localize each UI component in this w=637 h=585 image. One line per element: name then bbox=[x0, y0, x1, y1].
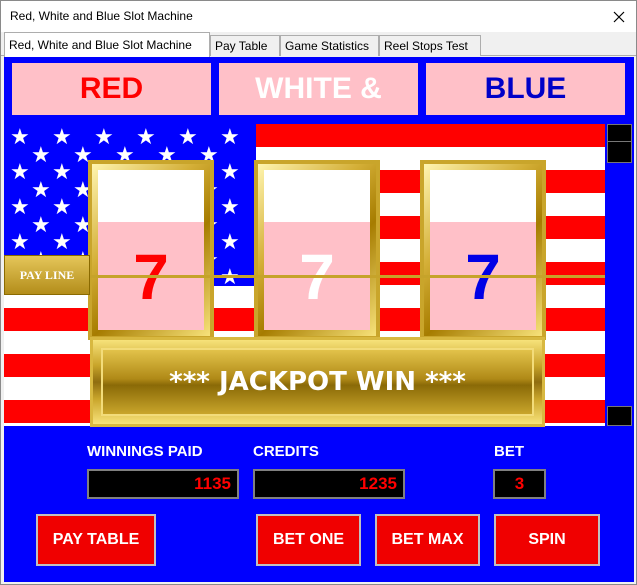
tab-slot-machine[interactable]: Red, White and Blue Slot Machine bbox=[4, 32, 210, 57]
flag-star-icon: ★ bbox=[52, 194, 72, 219]
app-window: Red, White and Blue Slot Machine Red, Wh… bbox=[0, 0, 637, 585]
flag-star-icon: ★ bbox=[178, 124, 198, 149]
flag-star-icon: ★ bbox=[10, 229, 30, 254]
reel-1: 7 bbox=[88, 160, 214, 340]
spin-button[interactable]: SPIN bbox=[494, 514, 600, 566]
flag-star-icon: ★ bbox=[31, 211, 51, 237]
scroll-down-button[interactable] bbox=[607, 406, 632, 426]
flag-star-icon: ★ bbox=[10, 124, 30, 149]
tab-pay-table[interactable]: Pay Table bbox=[210, 35, 280, 56]
credits-display: 1235 bbox=[253, 469, 405, 499]
reel-2: 7 bbox=[254, 160, 380, 340]
flag-star-icon: ★ bbox=[94, 124, 114, 149]
win-message: *** JACKPOT WIN *** bbox=[101, 348, 534, 416]
tab-reel-stops-test[interactable]: Reel Stops Test bbox=[379, 35, 481, 56]
flag-star-icon: ★ bbox=[10, 194, 30, 219]
scroll-step-button[interactable] bbox=[607, 141, 632, 163]
flag-star-icon: ★ bbox=[136, 124, 156, 149]
bet-label: BET bbox=[494, 443, 524, 460]
flag-star-icon: ★ bbox=[52, 124, 72, 149]
flag-star-icon: ★ bbox=[220, 159, 240, 184]
title-bar: Red, White and Blue Slot Machine bbox=[1, 1, 636, 32]
win-message-plate: *** JACKPOT WIN *** bbox=[90, 337, 545, 427]
reel-window-1: 7 bbox=[98, 170, 204, 330]
flag-star-icon: ★ bbox=[31, 176, 51, 202]
winnings-paid-label: WINNINGS PAID bbox=[87, 443, 203, 460]
banner-white: WHITE & bbox=[219, 63, 418, 115]
close-icon bbox=[613, 11, 625, 22]
pay-line bbox=[90, 275, 605, 278]
bet-one-button[interactable]: BET ONE bbox=[256, 514, 361, 566]
pay-table-button[interactable]: PAY TABLE bbox=[36, 514, 156, 566]
tab-game-statistics[interactable]: Game Statistics bbox=[280, 35, 379, 56]
flag-star-icon: ★ bbox=[220, 229, 240, 254]
bet-max-button[interactable]: BET MAX bbox=[375, 514, 480, 566]
reel-scrollbar[interactable] bbox=[605, 124, 634, 426]
reel-3: 7 bbox=[420, 160, 546, 340]
window-title: Red, White and Blue Slot Machine bbox=[10, 9, 193, 23]
flag-star-icon: ★ bbox=[10, 159, 30, 184]
close-button[interactable] bbox=[602, 1, 636, 32]
slot-machine-panel: RED WHITE & BLUE ★ ★ ★ ★ ★ ★ ★ ★ ★ ★ ★ ★ ★ ★ ★ ★ ★ ★ ★ ★ ★ ★ ★… bbox=[4, 57, 634, 582]
flag-star-icon: ★ bbox=[52, 159, 72, 184]
pay-line-label: PAY LINE bbox=[4, 255, 90, 295]
flag-star-icon: ★ bbox=[52, 229, 72, 254]
banner-red: RED bbox=[12, 63, 211, 115]
reel-window-3: 7 bbox=[430, 170, 536, 330]
flag-star-icon: ★ bbox=[220, 124, 240, 149]
flag-star-icon: ★ bbox=[220, 194, 240, 219]
reel-window-2: 7 bbox=[264, 170, 370, 330]
banner-blue: BLUE bbox=[426, 63, 625, 115]
tab-strip: Red, White and Blue Slot Machine Pay Tab… bbox=[1, 32, 636, 57]
credits-label: CREDITS bbox=[253, 443, 319, 460]
flag-star-icon: ★ bbox=[31, 141, 51, 167]
winnings-paid-display: 1135 bbox=[87, 469, 239, 499]
bet-display: 3 bbox=[493, 469, 546, 499]
